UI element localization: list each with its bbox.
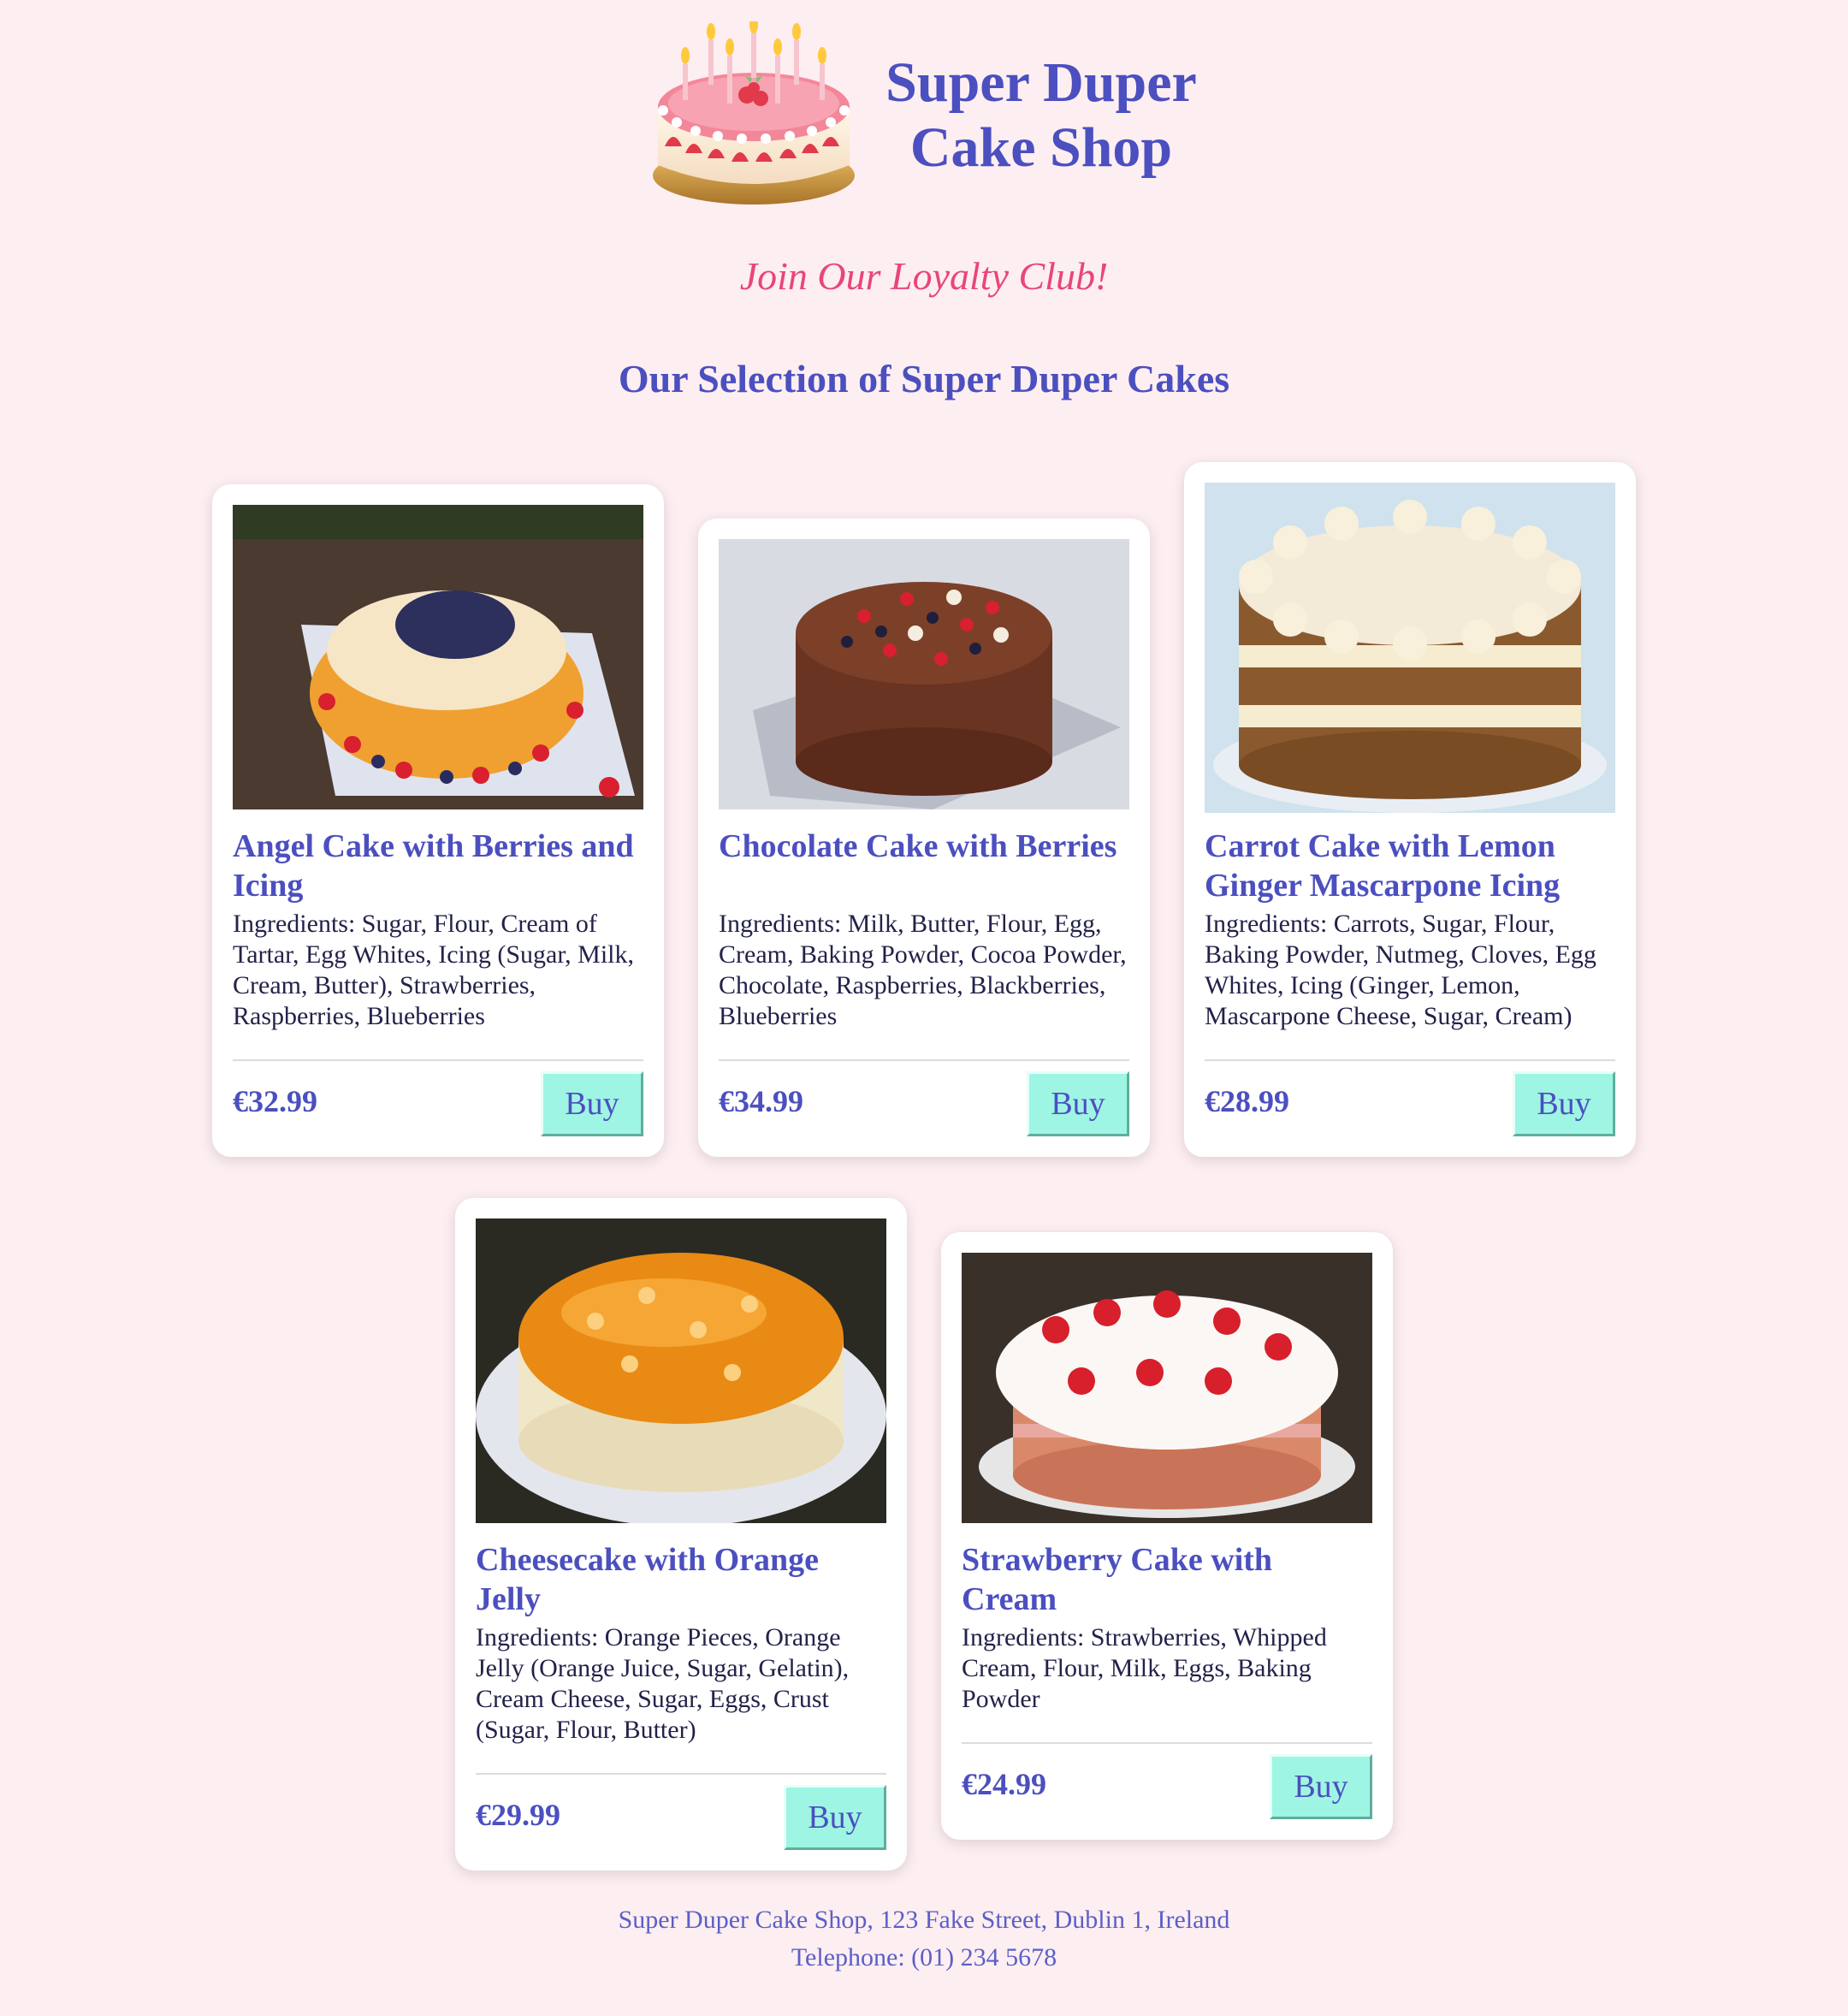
section-title: Our Selection of Super Duper Cakes: [618, 357, 1230, 400]
cake-card-angel: Angel Cake with Berries and Icing Ingred…: [212, 484, 664, 1157]
buy-button[interactable]: Buy: [1513, 1071, 1615, 1136]
cheesecake-photo: [476, 1218, 886, 1523]
cake-price: €24.99: [962, 1767, 1046, 1801]
angel-cake-photo: [233, 505, 643, 809]
shop-title-line2: Cake Shop: [909, 116, 1173, 179]
footer-address: Super Duper Cake Shop, 123 Fake Street, …: [618, 1906, 1230, 1934]
buy-button[interactable]: Buy: [1027, 1071, 1129, 1136]
site-header: Super Duper Cake Shop: [0, 0, 1848, 222]
buy-button[interactable]: Buy: [784, 1785, 886, 1850]
footer-telephone: Telephone: (01) 234 5678: [791, 1943, 1057, 1972]
carrot-cake-photo: [1205, 483, 1615, 813]
shop-title: Super Duper Cake Shop: [886, 50, 1197, 181]
birthday-cake-icon: [653, 21, 856, 205]
card-divider: [719, 1059, 1129, 1061]
cake-price: €29.99: [476, 1798, 560, 1832]
cake-card-strawberry: Strawberry Cake with Cream Ingredients: …: [941, 1232, 1393, 1840]
buy-button[interactable]: Buy: [1270, 1754, 1372, 1819]
cake-price: €34.99: [719, 1084, 803, 1118]
cake-name: Strawberry Cake with Cream: [962, 1542, 1273, 1617]
strawberry-cake-photo: [962, 1253, 1372, 1523]
cake-name: Carrot Cake with Lemon Ginger Mascarpone…: [1205, 828, 1561, 904]
card-divider: [962, 1742, 1372, 1744]
cake-card-chocolate: Chocolate Cake with Berries Ingredients:…: [698, 519, 1150, 1157]
card-divider: [1205, 1059, 1615, 1061]
shop-title-line1: Super Duper: [886, 51, 1197, 114]
card-divider: [476, 1773, 886, 1775]
chocolate-cake-photo: [719, 539, 1129, 809]
cake-ingredients: Ingredients: Strawberries, Whipped Cream…: [962, 1623, 1327, 1713]
loyalty-club-link[interactable]: Join Our Loyalty Club!: [0, 253, 1848, 299]
cake-name: Cheesecake with Orange Jelly: [476, 1542, 820, 1617]
cake-ingredients: Ingredients: Sugar, Flour, Cream of Tart…: [233, 910, 634, 1030]
cake-name: Chocolate Cake with Berries: [719, 828, 1117, 864]
cake-ingredients: Ingredients: Carrots, Sugar, Flour, Baki…: [1205, 910, 1596, 1030]
site-footer: Super Duper Cake Shop, 123 Fake Street, …: [0, 1901, 1848, 1977]
cake-card-carrot: Carrot Cake with Lemon Ginger Mascarpone…: [1184, 462, 1636, 1157]
cake-name: Angel Cake with Berries and Icing: [233, 828, 634, 904]
cake-ingredients: Ingredients: Orange Pieces, Orange Jelly…: [476, 1623, 850, 1744]
cake-card-cheesecake: Cheesecake with Orange Jelly Ingredients…: [455, 1198, 907, 1871]
cake-price: €28.99: [1205, 1084, 1289, 1118]
cake-price: €32.99: [233, 1084, 317, 1118]
card-divider: [233, 1059, 643, 1061]
buy-button[interactable]: Buy: [541, 1071, 643, 1136]
cake-ingredients: Ingredients: Milk, Butter, Flour, Egg, C…: [719, 910, 1127, 1030]
